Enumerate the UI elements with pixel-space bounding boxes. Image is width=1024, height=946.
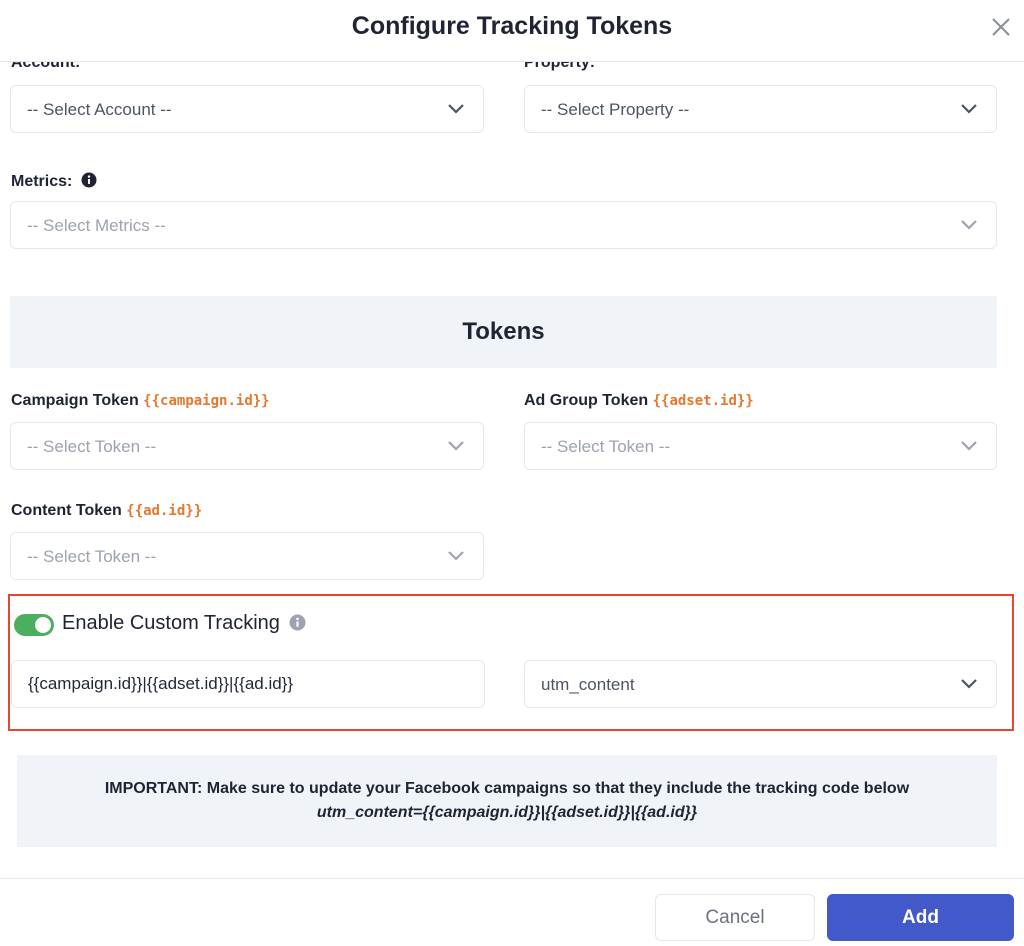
content-token-code: {{ad.id}} [126,503,203,519]
account-select[interactable]: -- Select Account -- [10,85,484,133]
custom-tracking-toggle[interactable] [14,614,54,636]
chevron-down-icon [448,441,464,451]
dialog-header: Configure Tracking Tokens [0,0,1024,62]
campaign-token-label-text: Campaign Token [11,392,139,409]
notice-tracking-code: utm_content={{campaign.id}}|{{adset.id}}… [316,804,698,821]
info-circle-icon[interactable] [289,614,306,631]
notice-message: IMPORTANT: Make sure to update your Face… [104,780,910,797]
ad-group-token-code: {{adset.id}} [652,393,754,409]
close-icon[interactable] [988,14,1014,40]
ad-group-token-label-text: Ad Group Token [524,392,649,409]
content-token-select-value: -- Select Token -- [27,547,157,566]
custom-tracking-label-text: Enable Custom Tracking [62,612,280,634]
cancel-button[interactable]: Cancel [655,894,815,941]
chevron-down-icon [448,551,464,561]
content-token-label-text: Content Token [11,502,122,519]
dialog-title: Configure Tracking Tokens [351,12,673,40]
ad-group-token-select-value: -- Select Token -- [541,437,671,456]
important-notice: IMPORTANT: Make sure to update your Face… [17,755,997,847]
tracking-parameter-select[interactable]: utm_content [524,660,997,708]
metrics-select[interactable]: -- Select Metrics -- [10,201,997,249]
ad-group-token-select[interactable]: -- Select Token -- [524,422,997,470]
account-select-value: -- Select Account -- [27,100,172,119]
custom-tracking-input[interactable] [11,660,485,708]
metrics-label: Metrics: [11,172,97,191]
chevron-down-icon [961,220,977,230]
property-select-value: -- Select Property -- [541,100,690,119]
property-select[interactable]: -- Select Property -- [524,85,997,133]
content-token-label: Content Token {{ad.id}} [11,502,202,520]
tokens-heading: Tokens [462,318,545,345]
dialog-body: Account: -- Select Account -- Property: … [0,52,1024,878]
chevron-down-icon [448,104,464,114]
toggle-knob [35,617,51,633]
chevron-down-icon [961,104,977,114]
campaign-token-select[interactable]: -- Select Token -- [10,422,484,470]
campaign-token-select-value: -- Select Token -- [27,437,157,456]
chevron-down-icon [961,441,977,451]
campaign-token-code: {{campaign.id}} [143,393,270,409]
dialog-footer: Cancel Add [0,878,1024,946]
metrics-label-text: Metrics: [11,173,73,190]
tracking-parameter-value: utm_content [541,675,635,694]
campaign-token-label: Campaign Token {{campaign.id}} [11,392,270,410]
info-circle-icon[interactable] [81,172,97,188]
custom-tracking-section: Enable Custom Tracking utm_content [8,594,1014,731]
metrics-select-value: -- Select Metrics -- [27,216,166,235]
add-button[interactable]: Add [827,894,1014,941]
tokens-section-header: Tokens [10,296,997,368]
content-token-select[interactable]: -- Select Token -- [10,532,484,580]
chevron-down-icon [961,679,977,689]
custom-tracking-label: Enable Custom Tracking [62,612,306,635]
ad-group-token-label: Ad Group Token {{adset.id}} [524,392,754,410]
